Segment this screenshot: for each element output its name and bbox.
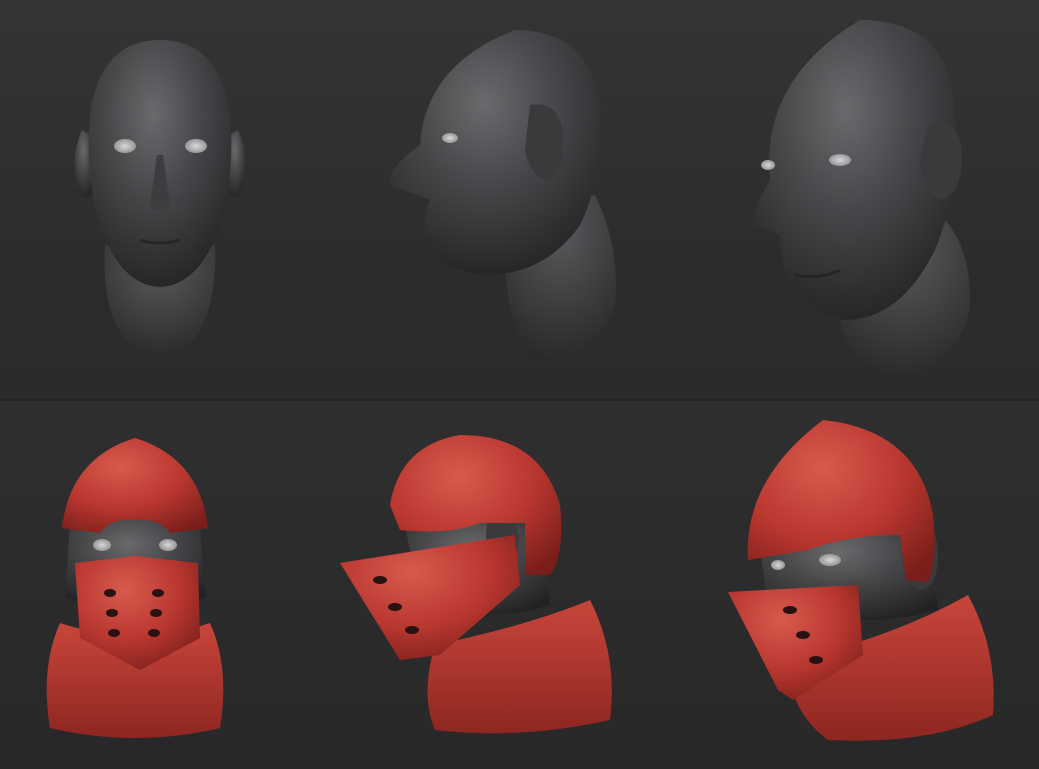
eye-left	[93, 539, 111, 551]
eye	[442, 133, 458, 143]
bare-head-side-view	[389, 30, 616, 361]
helmet-front-view	[46, 438, 224, 738]
helmet-side-view	[340, 435, 612, 734]
helmet-dome	[62, 438, 208, 533]
eye-left	[771, 560, 785, 570]
bare-head-three-quarter-view	[754, 20, 971, 379]
head	[389, 30, 601, 275]
row-divider	[0, 399, 1039, 401]
eye-right	[829, 154, 851, 166]
helmet-three-quarter-view	[728, 420, 994, 741]
eye-left	[761, 160, 775, 170]
eye-right	[159, 539, 177, 551]
sculpt-turnaround-sheet	[0, 0, 1039, 769]
eye-left	[114, 139, 136, 153]
eye-right	[185, 139, 207, 153]
eye-right	[819, 554, 841, 566]
bare-head-front-view	[74, 40, 246, 358]
